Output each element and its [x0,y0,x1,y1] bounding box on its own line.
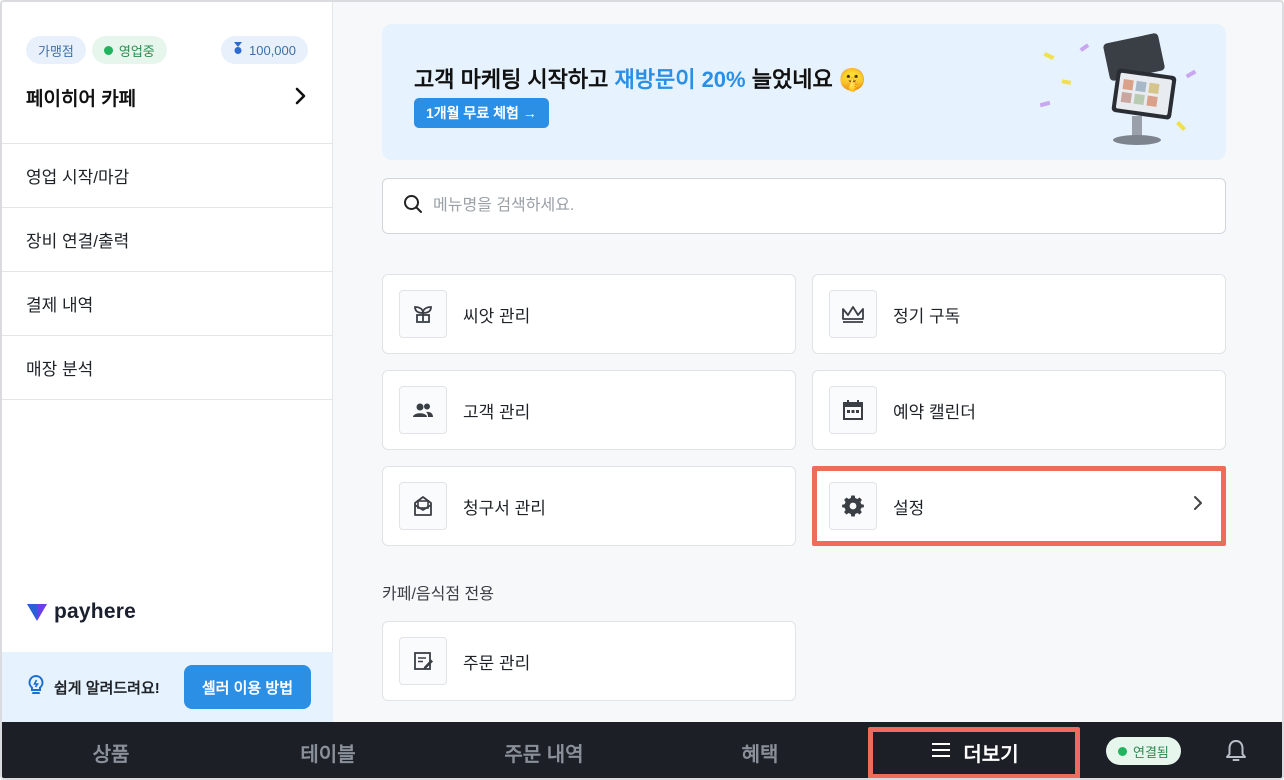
menu-card-label: 정기 구독 [893,306,961,326]
banner-title-prefix: 고객 마케팅 시작하고 [414,67,615,92]
section-title: 카페/음식점 전용 [382,586,494,603]
status-badge: 영업중 [91,36,167,64]
nav-tab-label: 혜택 [741,743,779,766]
pos-terminal-illustration [1039,33,1197,145]
status-dot-icon [103,45,113,55]
connection-status-badge[interactable]: 연결됨 [1106,737,1181,765]
bottom-nav: 상품 테이블 주문 내역 혜택 더보기 연결됨 [2,722,1282,778]
payhere-logo-icon [27,604,47,621]
main-content: 고객 마케팅 시작하고 재방문이 20% 늘었네요 🤫 1개월 무료 체험 → [334,2,1282,722]
store-selector[interactable]: 페이히어 카페 [26,84,308,111]
menu-card-label: 주문 관리 [463,653,531,673]
help-bar: 쉽게 알려드려요! 셀러 이용 방법 [2,652,333,722]
menu-card-label: 청구서 관리 [463,498,546,518]
search-icon [403,194,423,219]
sidebar-item-label: 영업 시작/마감 [26,168,130,187]
chevron-right-icon [294,85,308,111]
menu-card-reservation-calendar[interactable]: 예약 캘린더 [812,370,1226,450]
medal-icon [233,42,243,58]
gear-icon [829,482,877,530]
status-badge-label: 영업중 [118,43,155,59]
menu-card-label: 설정 [893,498,925,518]
sidebar: 가맹점 영업중 100,000 페이히어 카페 영업 시작/마감 장비 연결/출… [2,2,333,722]
sidebar-item-label: 매장 분석 [26,360,94,379]
status-dot-icon [1118,746,1127,756]
help-text: 쉽게 알려드려요! [54,679,160,697]
sidebar-item-store-analysis[interactable]: 매장 분석 [2,336,332,400]
crown-icon [829,290,877,338]
nav-tab-benefits[interactable]: 혜택 [652,722,868,778]
nav-tab-label: 주문 내역 [504,743,584,766]
chevron-right-icon [1193,495,1203,516]
menu-card-subscription[interactable]: 정기 구독 [812,274,1226,354]
menu-card-label: 고객 관리 [463,402,531,422]
banner-title-highlight: 재방문이 20% [614,67,746,92]
nav-tab-products[interactable]: 상품 [2,722,220,778]
menu-card-label: 씨앗 관리 [463,306,531,326]
seller-guide-button[interactable]: 셀러 이용 방법 [183,665,311,709]
sidebar-item-label: 장비 연결/출력 [26,232,130,251]
sidebar-item-payment-history[interactable]: 결제 내역 [2,272,332,336]
nav-tab-more[interactable]: 더보기 [868,722,1082,778]
nav-tab-label: 테이블 [300,743,356,766]
invoice-icon [399,482,447,530]
sprout-icon [399,290,447,338]
sidebar-menu: 영업 시작/마감 장비 연결/출력 결제 내역 매장 분석 [2,144,332,400]
menu-card-label: 예약 캘린더 [893,402,976,422]
hamburger-menu-icon [931,741,951,764]
menu-card-seed[interactable]: 씨앗 관리 [382,274,796,354]
search-input[interactable] [433,197,1173,215]
app-window: 가맹점 영업중 100,000 페이히어 카페 영업 시작/마감 장비 연결/출… [0,0,1284,780]
banner-title: 고객 마케팅 시작하고 재방문이 20% 늘었네요 🤫 [414,62,866,94]
nav-tab-label: 상품 [92,743,130,766]
menu-card-invoice[interactable]: 청구서 관리 [382,466,796,546]
free-trial-button[interactable]: 1개월 무료 체험 → [414,98,549,128]
menu-card-settings[interactable]: 설정 [812,466,1226,546]
sidebar-item-business-open-close[interactable]: 영업 시작/마감 [2,144,332,208]
nav-tab-order-history[interactable]: 주문 내역 [436,722,652,778]
points-badge[interactable]: 100,000 [221,36,308,64]
logo-text: payhere [54,600,136,623]
sidebar-item-label: 결제 내역 [26,296,94,315]
lightbulb-icon [26,674,46,701]
store-type-badge: 가맹점 [26,36,86,64]
people-icon [399,386,447,434]
payhere-logo: payhere [26,600,136,624]
store-chips: 가맹점 영업중 100,000 [26,36,308,64]
nav-tab-tables[interactable]: 테이블 [220,722,436,778]
sidebar-item-device-connection[interactable]: 장비 연결/출력 [2,208,332,272]
promo-banner[interactable]: 고객 마케팅 시작하고 재방문이 20% 늘었네요 🤫 1개월 무료 체험 → [382,24,1226,160]
store-name: 페이히어 카페 [26,89,137,110]
store-header: 가맹점 영업중 100,000 페이히어 카페 [2,2,332,144]
order-edit-icon [399,637,447,685]
menu-card-order-management[interactable]: 주문 관리 [382,621,796,701]
connection-status-label: 연결됨 [1133,744,1169,760]
bell-icon[interactable] [1224,738,1248,769]
menu-card-customers[interactable]: 고객 관리 [382,370,796,450]
nav-tab-label: 더보기 [963,743,1019,766]
menu-search[interactable] [382,178,1226,234]
calendar-icon [829,386,877,434]
points-value: 100,000 [249,42,296,58]
banner-title-suffix: 늘었네요 🤫 [745,67,867,92]
